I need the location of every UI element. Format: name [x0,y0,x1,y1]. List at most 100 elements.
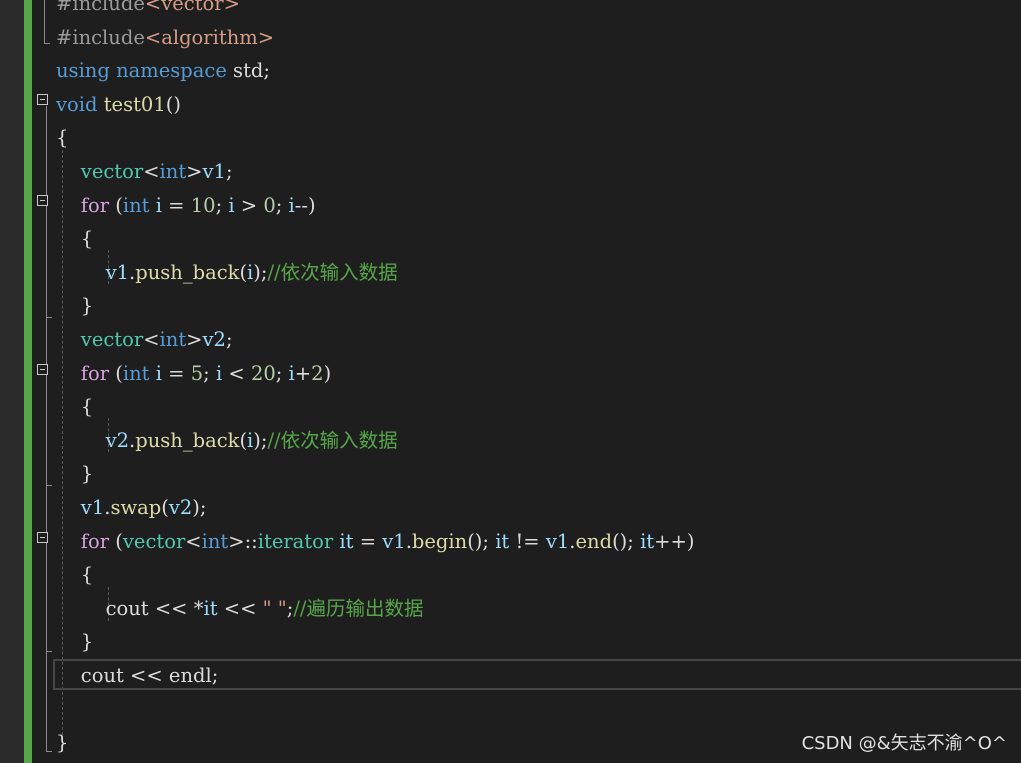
code-token: it [495,529,510,553]
outline-tick [46,651,52,652]
code-token: //依次输入数据 [267,428,398,452]
code-token: void [56,92,98,116]
code-token: ; [203,361,216,385]
code-line[interactable]: void test01() [56,88,181,121]
code-token: < [143,328,160,351]
code-token: ); [253,428,268,452]
code-token: ; [225,328,233,351]
code-line[interactable]: } [56,457,93,490]
code-token: v1 [105,260,130,284]
code-token: { [56,126,69,150]
code-token: int [159,328,187,351]
code-line[interactable]: vector<int>v1; [56,155,233,188]
code-token: 5 [190,361,204,385]
code-token: < [222,361,251,385]
code-line[interactable]: v1.push_back(i);//依次输入数据 [56,256,398,289]
code-editor[interactable]: #include<vector> #include<algorithm> using… [0,0,1021,763]
code-token: != [509,529,546,553]
code-token: > [234,193,264,217]
code-token: 0 [263,193,276,217]
code-token: + [294,361,312,385]
code-token: using [56,59,110,83]
code-token: } [56,294,94,318]
code-token: begin [411,529,468,553]
code-line[interactable]: { [56,222,93,255]
code-line[interactable]: } [56,289,93,322]
code-line[interactable]: { [56,121,68,154]
collapse-for-loop-2-toggle[interactable] [37,364,48,375]
code-token: ( [109,193,123,217]
code-token: { [56,563,94,587]
code-token: swap [110,496,162,519]
code-token: ( [109,529,123,553]
code-token: } [56,630,94,654]
code-token: namespace [116,59,227,83]
code-token: >:: [228,529,258,553]
code-line[interactable]: using namespace std; [56,54,270,87]
code-token: end [575,529,613,553]
code-token: " " [262,596,287,620]
code-line[interactable]: for (int i = 10; i > 0; i--) [56,189,316,222]
code-token: << [217,596,263,620]
code-token: () [165,92,181,116]
code-line[interactable]: cout << endl; [56,659,219,692]
code-token: (); [467,529,496,553]
code-token: v1 [382,529,406,553]
outline-tick [46,317,52,318]
code-token: v2 [105,428,130,452]
change-tracking-bar [24,0,32,763]
code-token: --) [294,193,316,217]
code-token: } [56,731,69,755]
code-token: test01 [103,92,166,116]
code-line[interactable]: { [56,390,93,423]
collapse-for-loop-3-toggle[interactable] [37,532,48,543]
code-token: <algorithm> [144,25,275,49]
editor-margin [0,0,24,763]
code-token: cout << endl; [56,664,219,687]
code-token: int [122,193,150,217]
code-token: ); [253,260,268,284]
code-token: cout << * [56,596,204,620]
code-token: v1 [80,496,105,519]
code-line[interactable]: v1.swap(v2); [56,491,207,524]
code-token: v2 [202,328,226,351]
code-token: for [80,361,110,385]
code-line[interactable]: } [56,625,93,658]
code-token: ); [192,496,207,519]
code-token: ; [225,160,233,183]
collapse-for-loop-1-toggle[interactable] [37,195,48,206]
code-token: int [159,160,187,183]
code-token: std; [226,59,270,83]
code-line[interactable]: v2.push_back(i);//依次输入数据 [56,424,398,457]
code-token: it [339,529,354,553]
code-token: iterator [257,529,334,553]
code-line[interactable]: #include<vector> [56,0,240,20]
code-token: ) [323,361,332,385]
code-token: } [56,462,94,486]
code-line[interactable]: vector<int>v2; [56,323,233,356]
code-line[interactable]: for (int i = 5; i < 20; i+2) [56,357,331,390]
code-token: ; [275,193,289,217]
code-line[interactable]: for (vector<int>::iterator it = v1.begin… [56,525,695,558]
code-token: it [640,529,655,553]
code-token: 20 [250,361,276,385]
code-token: vector [80,160,144,183]
code-token: push_back [135,260,240,284]
collapse-function-toggle[interactable] [37,94,48,105]
code-line[interactable]: } [56,726,68,759]
code-token: vector [122,529,186,553]
code-token: = [353,529,383,553]
code-line[interactable]: { [56,558,93,591]
code-token: v1 [202,160,226,183]
code-line[interactable]: #include<algorithm> [56,21,274,54]
code-line[interactable]: cout << *it << " ";//遍历输出数据 [56,592,424,625]
code-token: ( [239,260,248,284]
